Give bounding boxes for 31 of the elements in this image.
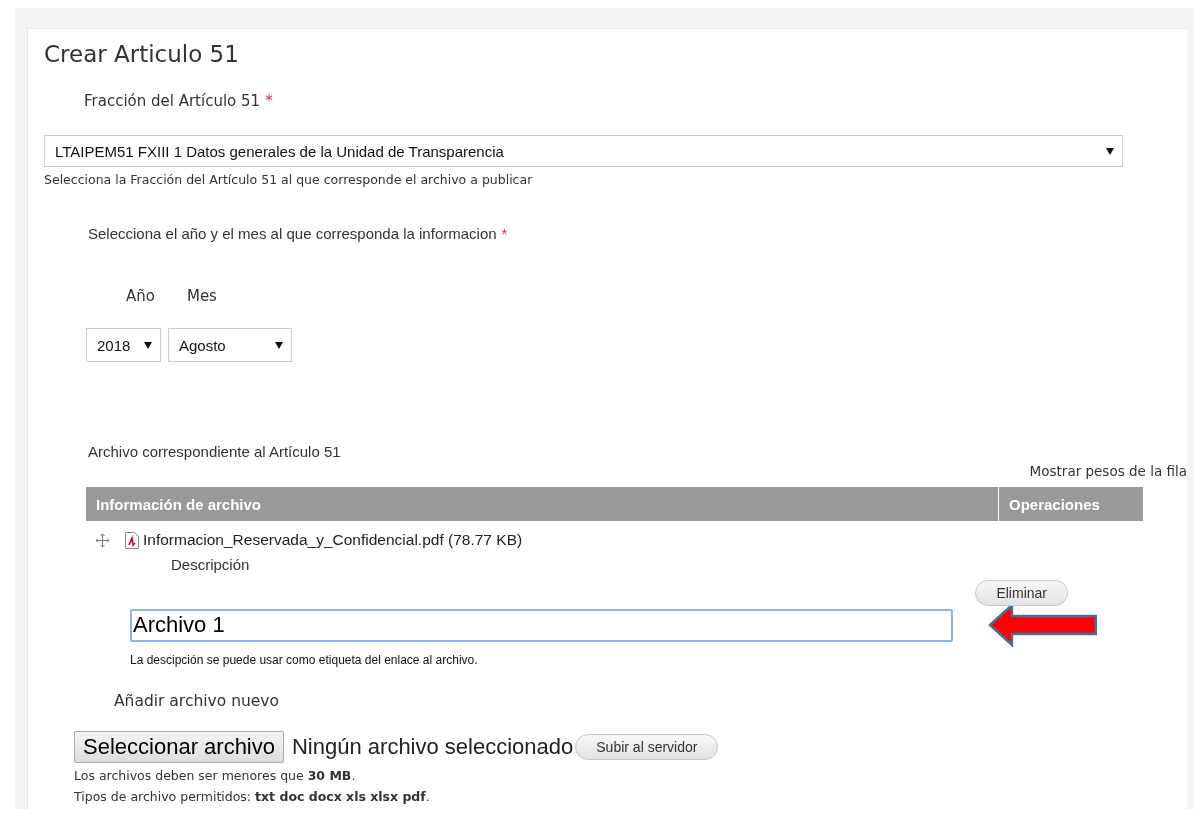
- drag-handle-icon[interactable]: [96, 533, 109, 547]
- caret-icon: [144, 341, 152, 349]
- help-text: Selecciona la Fracción del Artículo 51 al que corresponde el archivo a publicar: [44, 172, 533, 187]
- arrow-icon: [988, 603, 1100, 647]
- month-select[interactable]: Agosto: [168, 328, 292, 362]
- show-weights-link[interactable]: Mostrar pesos de la fila: [1029, 463, 1187, 479]
- description-field[interactable]: Archivo 1: [130, 608, 954, 642]
- year-label: Año: [126, 287, 155, 305]
- choose-file-button[interactable]: Seleccionar archivo: [74, 731, 284, 763]
- fraction-select[interactable]: LTAIPEM51 FXIII 1 Datos generales de la Unidad de Transparencia: [44, 135, 1123, 167]
- month-label: Mes: [186, 287, 217, 305]
- add-file-label: Añadir archivo nuevo: [114, 692, 279, 710]
- field-label: Selecciona el año y el mes al que corresponda la informacion *: [88, 225, 508, 242]
- column-header: Información de archivo: [86, 487, 998, 521]
- help-text: Los archivos deben ser menores que 30 MB.: [74, 768, 356, 783]
- field-label: Fracción del Artículo 51 *: [84, 92, 273, 110]
- column-header: Operaciones: [999, 487, 1143, 521]
- upload-button[interactable]: Subir al servidor: [575, 734, 719, 760]
- pdf-file-icon: [125, 531, 139, 549]
- year-select[interactable]: 2018: [86, 328, 161, 362]
- remove-button[interactable]: Eliminar: [975, 580, 1068, 606]
- page-title: Crear Articulo 51: [44, 41, 239, 67]
- file-link[interactable]: Informacion_Reservada_y_Confidencial.pdf: [143, 531, 444, 548]
- file-size: (78.77 KB): [448, 531, 523, 548]
- help-text: La descipción se puede usar como etiqueta del enlace al archivo.: [130, 653, 478, 667]
- field-label: Descripción: [171, 556, 250, 573]
- caret-icon: [1106, 147, 1114, 155]
- section-label: Archivo correspondiente al Artículo 51: [88, 443, 341, 460]
- caret-icon: [275, 341, 283, 349]
- help-text: Tipos de archivo permitidos: txt doc docx xls xlsx pdf.: [74, 789, 430, 804]
- no-file-text: Ningún archivo seleccionado: [292, 734, 574, 760]
